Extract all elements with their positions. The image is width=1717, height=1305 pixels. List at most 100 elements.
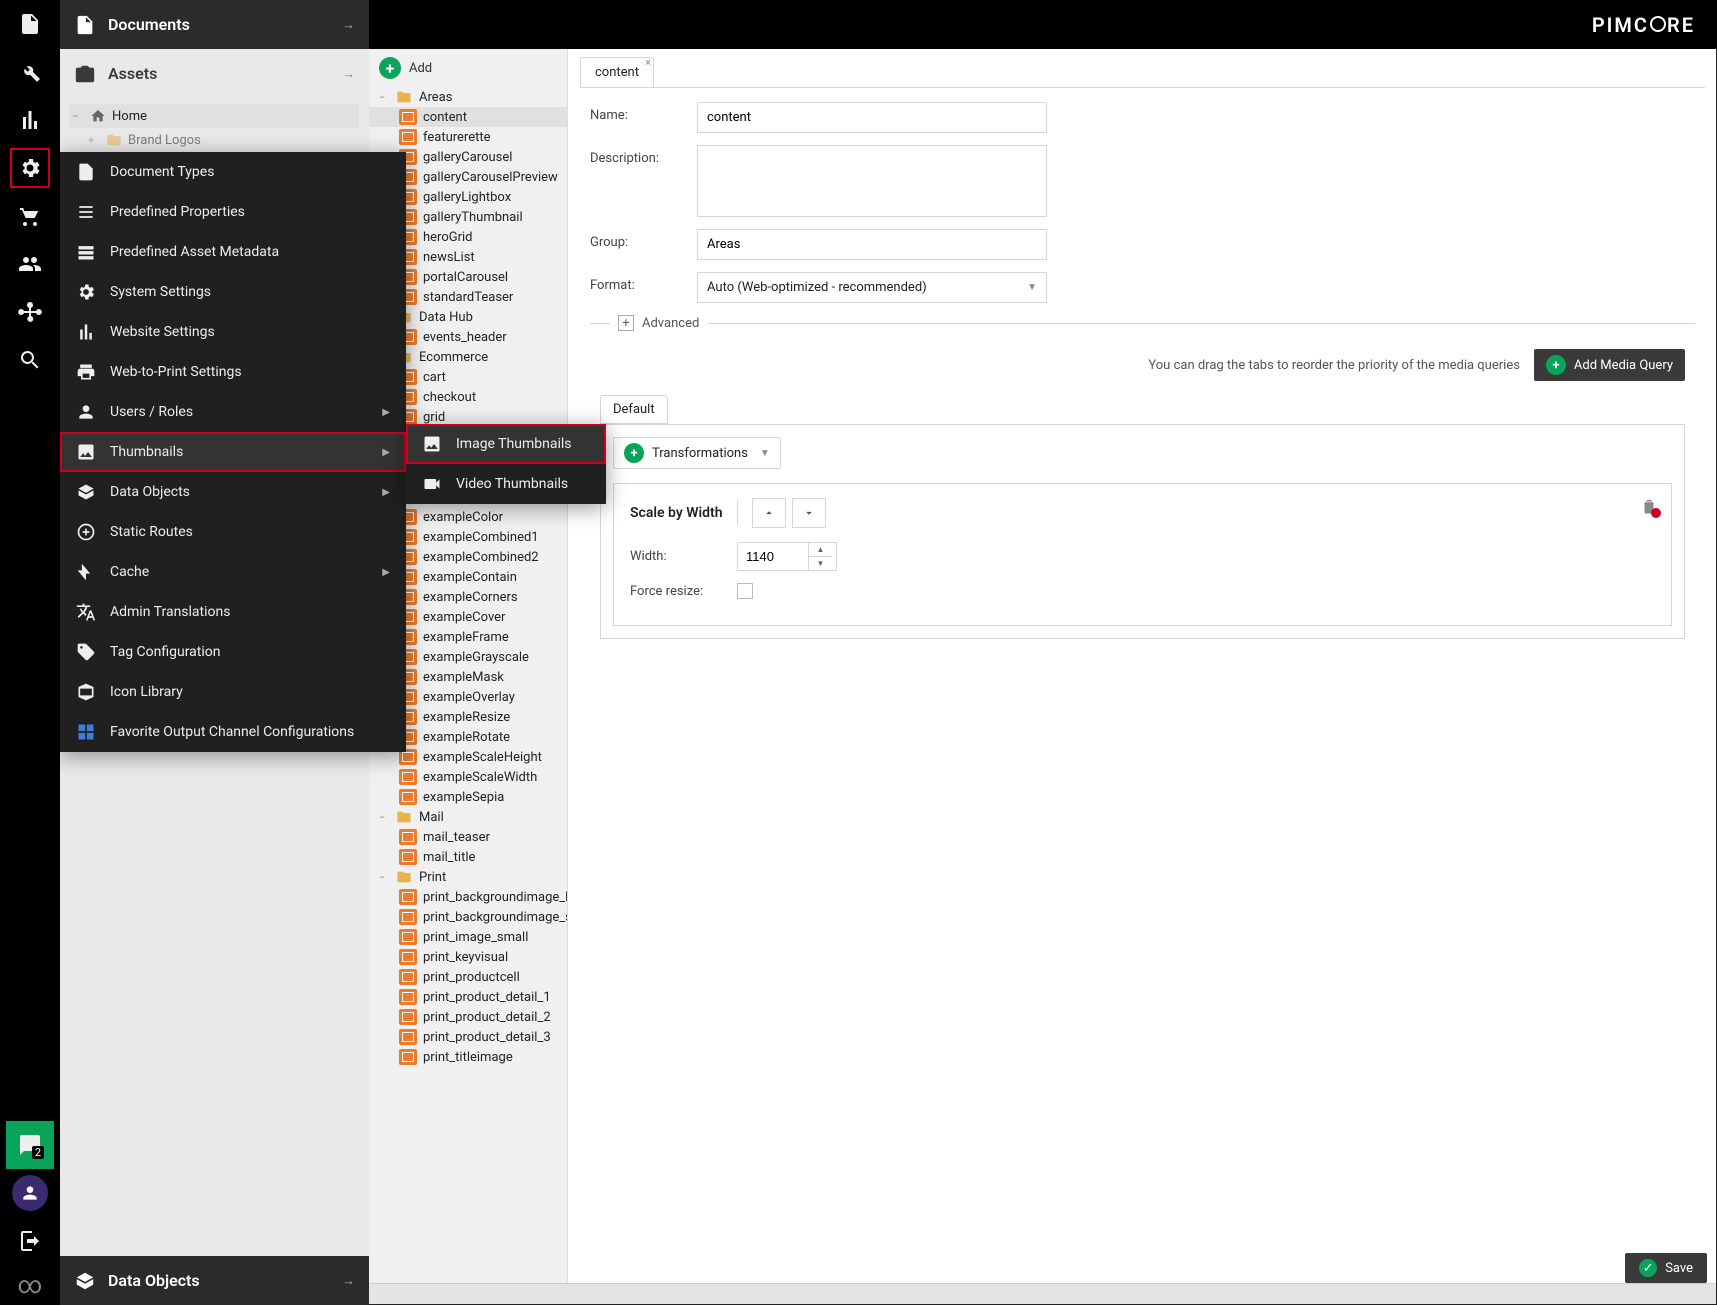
spinner-down-icon[interactable]: ▼	[809, 557, 832, 570]
tree-item[interactable]: content	[369, 107, 567, 127]
menu-web-to-print[interactable]: Web-to-Print Settings	[60, 352, 406, 392]
tree-group[interactable]: −Print	[369, 867, 567, 887]
network-icon[interactable]	[6, 288, 54, 336]
panel-assets[interactable]: Assets →	[60, 49, 369, 98]
chevron-down-icon: ▼	[760, 448, 770, 459]
menu-tag-configuration[interactable]: Tag Configuration	[60, 632, 406, 672]
tree-group[interactable]: −Mail	[369, 807, 567, 827]
menu-website-settings[interactable]: Website Settings	[60, 312, 406, 352]
plus-icon: +	[624, 443, 644, 463]
tree-item[interactable]: print_productcell	[369, 967, 567, 987]
tree-item-label: exampleCover	[423, 610, 505, 625]
tree-item-label: galleryThumbnail	[423, 210, 523, 225]
menu-favorite-output[interactable]: Favorite Output Channel Configurations	[60, 712, 406, 752]
logout-icon[interactable]	[6, 1217, 54, 1265]
close-icon[interactable]: ×	[645, 56, 651, 69]
search-icon[interactable]	[6, 336, 54, 384]
transformation-panel: Scale by Width Width:	[613, 483, 1672, 626]
expand-icon[interactable]: +	[88, 134, 100, 146]
tree-group[interactable]: −Areas	[369, 87, 567, 107]
add-media-query-button[interactable]: + Add Media Query	[1534, 349, 1685, 381]
tree-item-label: exampleSepia	[423, 790, 504, 805]
tree-item[interactable]: print_titleimage	[369, 1047, 567, 1067]
subtab-default[interactable]: Default	[600, 395, 668, 424]
submenu-image-thumbnails[interactable]: Image Thumbnails	[406, 424, 606, 464]
tree-item[interactable]: print_product_detail_3	[369, 1027, 567, 1047]
menu-users-roles[interactable]: Users / Roles▶	[60, 392, 406, 432]
move-down-button[interactable]	[792, 498, 826, 528]
image-icon	[399, 909, 417, 925]
spinner-up-icon[interactable]: ▲	[809, 543, 832, 557]
submenu-video-thumbnails[interactable]: Video Thumbnails	[406, 464, 606, 504]
users-icon[interactable]	[6, 240, 54, 288]
delete-transformation-button[interactable]	[1637, 494, 1661, 518]
tree-item-label: exampleRotate	[423, 730, 510, 745]
settings-icon[interactable]	[6, 144, 54, 192]
format-select[interactable]: Auto (Web-optimized - recommended) ▼	[697, 272, 1047, 303]
menu-cache[interactable]: Cache▶	[60, 552, 406, 592]
panel-data-objects[interactable]: Data Objects →	[60, 1256, 369, 1305]
description-input[interactable]	[697, 145, 1047, 217]
panel-documents-label: Documents	[108, 15, 330, 34]
image-icon	[399, 1029, 417, 1045]
width-input[interactable]: ▲ ▼	[737, 542, 837, 571]
tree-item[interactable]: print_product_detail_2	[369, 1007, 567, 1027]
add-button[interactable]: +	[379, 57, 401, 79]
tree-item[interactable]: exampleScaleWidth	[369, 767, 567, 787]
collapse-icon[interactable]: −	[72, 110, 84, 122]
menu-document-types[interactable]: Document Types	[60, 152, 406, 192]
tree-brand-logos[interactable]: + Brand Logos	[70, 128, 359, 152]
tree-home[interactable]: − Home	[70, 104, 359, 128]
tree-item[interactable]: exampleSepia	[369, 787, 567, 807]
menu-predefined-properties[interactable]: Predefined Properties	[60, 192, 406, 232]
format-label: Format:	[590, 272, 685, 293]
menu-admin-translations[interactable]: Admin Translations	[60, 592, 406, 632]
notifications-icon[interactable]: 2	[6, 1121, 54, 1169]
description-label: Description:	[590, 145, 685, 166]
tree-item-label: exampleCombined1	[423, 530, 539, 545]
tree-item[interactable]: print_product_detail_1	[369, 987, 567, 1007]
tree-item[interactable]: print_image_small	[369, 927, 567, 947]
width-value[interactable]	[738, 543, 808, 570]
group-input[interactable]	[697, 229, 1047, 260]
tree-item[interactable]: featurerette	[369, 127, 567, 147]
tree-item-label: featurerette	[423, 130, 491, 145]
name-input[interactable]	[697, 102, 1047, 133]
user-avatar-icon[interactable]	[12, 1175, 48, 1211]
notifications-count: 2	[32, 1146, 44, 1159]
panel-documents[interactable]: Documents →	[60, 0, 369, 49]
infinity-icon[interactable]: ∞	[18, 1265, 43, 1305]
image-icon	[399, 969, 417, 985]
tree-item[interactable]: print_backgroundimage_large	[369, 887, 567, 907]
name-label: Name:	[590, 102, 685, 123]
save-button[interactable]: ✓ Save	[1625, 1253, 1707, 1283]
tree-home-label: Home	[112, 109, 147, 124]
editor-tab-content[interactable]: content ×	[580, 57, 654, 87]
force-resize-checkbox[interactable]	[737, 583, 753, 599]
tree-item[interactable]: mail_teaser	[369, 827, 567, 847]
cart-icon[interactable]	[6, 192, 54, 240]
menu-thumbnails[interactable]: Thumbnails▶	[60, 432, 406, 472]
chevron-right-icon: ▶	[382, 407, 390, 418]
chart-icon[interactable]	[6, 96, 54, 144]
collapse-icon[interactable]: −	[375, 871, 389, 884]
expand-advanced-icon[interactable]: +	[618, 315, 634, 331]
menu-system-settings[interactable]: System Settings	[60, 272, 406, 312]
menu-predefined-asset-metadata[interactable]: Predefined Asset Metadata	[60, 232, 406, 272]
thumbnails-submenu: Image Thumbnails Video Thumbnails	[406, 424, 606, 504]
menu-data-objects[interactable]: Data Objects▶	[60, 472, 406, 512]
file-icon[interactable]	[6, 0, 54, 48]
tree-item[interactable]: print_keyvisual	[369, 947, 567, 967]
tree-item-label: exampleCorners	[423, 590, 518, 605]
menu-static-routes[interactable]: Static Routes	[60, 512, 406, 552]
move-up-button[interactable]	[752, 498, 786, 528]
wrench-icon[interactable]	[6, 48, 54, 96]
collapse-icon[interactable]: −	[375, 91, 389, 104]
tree-item[interactable]: mail_title	[369, 847, 567, 867]
left-rail: 2 ∞	[0, 0, 60, 1305]
transformations-button[interactable]: + Transformations ▼	[613, 437, 781, 469]
image-icon	[399, 929, 417, 945]
collapse-icon[interactable]: −	[375, 811, 389, 824]
menu-icon-library[interactable]: Icon Library	[60, 672, 406, 712]
tree-item[interactable]: print_backgroundimage_small	[369, 907, 567, 927]
